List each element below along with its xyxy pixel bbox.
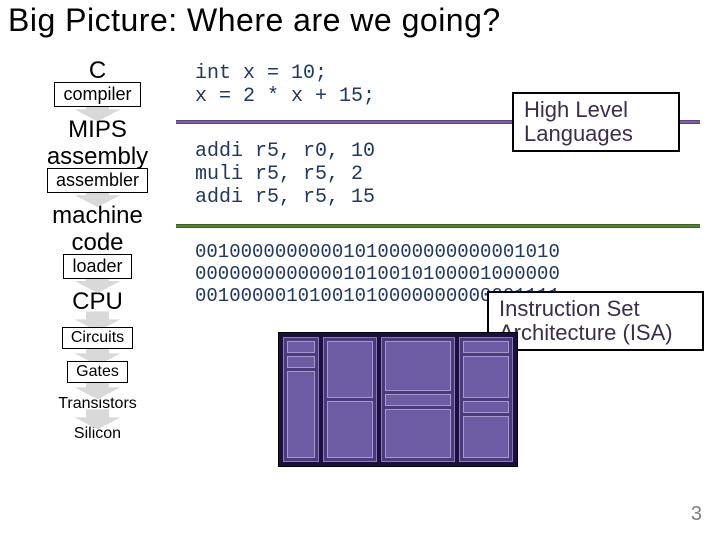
stage-gates: Gates — [67, 361, 128, 383]
divider-asm-bin — [176, 224, 700, 228]
cpu-unit — [283, 337, 319, 462]
high-level-languages-box: High Level Languages — [512, 92, 680, 152]
cpu-unit — [323, 337, 378, 462]
c-code: int x = 10; x = 2 * x + 15; — [195, 62, 375, 108]
slide: Big Picture: Where are we going? C compi… — [0, 0, 720, 540]
slide-title: Big Picture: Where are we going? — [8, 2, 501, 39]
stage-compiler: compiler — [54, 82, 140, 107]
stage-assembler: assembler — [47, 168, 148, 193]
stage-machine-code: machine code — [52, 203, 143, 256]
stage-mips-assembly: MIPS assembly — [47, 117, 148, 170]
stage-circuits: Circuits — [62, 327, 133, 349]
cpu-diagram — [278, 332, 518, 467]
cpu-unit — [459, 337, 514, 462]
cpu-unit — [381, 337, 454, 462]
page-number: 3 — [691, 503, 702, 526]
stage-c: C — [89, 58, 106, 84]
isa-box: Instruction Set Architecture (ISA) — [487, 291, 704, 351]
stage-loader: loader — [63, 254, 131, 279]
assembly-code: addi r5, r0, 10 muli r5, r5, 2 addi r5, … — [195, 140, 375, 209]
abstraction-stack: C compiler MIPS assembly assembler machi… — [25, 58, 170, 443]
